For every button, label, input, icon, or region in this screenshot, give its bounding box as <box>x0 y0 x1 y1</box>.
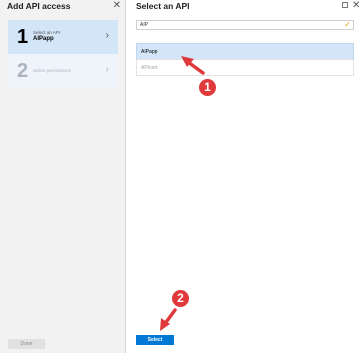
step-label: Select permissions <box>33 68 71 73</box>
list-item-label: AIPapp <box>141 49 158 55</box>
close-icon[interactable]: ✕ <box>113 0 121 12</box>
checkmark-icon: ✓ <box>344 20 351 29</box>
left-panel-title: Add API access <box>7 1 71 11</box>
list-item[interactable]: APIcert <box>136 59 354 76</box>
maximize-icon[interactable] <box>342 2 348 8</box>
step-select-permissions[interactable]: 2 Select permissions › <box>8 54 118 89</box>
search-input-value: AIP <box>140 22 149 28</box>
step-number: 2 <box>17 60 29 82</box>
list-item[interactable]: AIPapp <box>136 43 354 60</box>
annotation-badge-2: 2 <box>172 290 189 307</box>
add-api-access-panel: Add API access ✕ 1 Select an API AIPapp … <box>0 0 125 353</box>
chevron-right-icon: › <box>105 64 109 75</box>
done-button[interactable]: Done <box>8 339 45 349</box>
chevron-right-icon: › <box>105 30 109 41</box>
list-item-label: APIcert <box>141 65 158 71</box>
select-button[interactable]: Select <box>136 335 174 345</box>
step-select-an-api[interactable]: 1 Select an API AIPapp › <box>8 20 118 55</box>
close-icon[interactable]: ✕ <box>352 0 360 12</box>
search-input[interactable]: AIP ✓ <box>136 20 354 30</box>
left-panel-header: Add API access ✕ <box>0 0 125 15</box>
annotation-badge-1: 1 <box>199 79 216 96</box>
step-label: Select an API <box>33 30 61 35</box>
step-value: AIPapp <box>33 36 54 42</box>
right-panel-title: Select an API <box>136 1 190 11</box>
select-an-api-panel: Select an API ✕ AIP ✓ AIPapp APIcert Sel… <box>126 0 360 353</box>
step-number: 1 <box>17 26 29 48</box>
